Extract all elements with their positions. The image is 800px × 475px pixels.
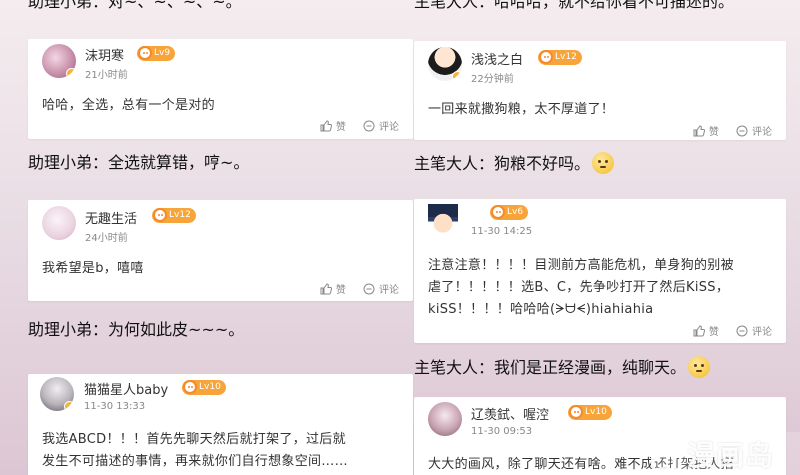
avatar[interactable] bbox=[428, 402, 462, 436]
like-button[interactable]: 赞 bbox=[320, 281, 346, 296]
vip-icon bbox=[452, 71, 462, 81]
timestamp: 21小时前 bbox=[85, 70, 128, 81]
apple-icon bbox=[183, 380, 197, 394]
comment-button[interactable]: 评论 bbox=[363, 281, 399, 296]
apple-icon bbox=[539, 50, 553, 64]
apple-icon bbox=[153, 208, 167, 222]
comment-text: 注意注意！！！！目测前方高能危机，单身狗的别被 虐了！！！！！选B、C，先争吵打… bbox=[428, 258, 734, 317]
comment-bubble-icon bbox=[363, 283, 375, 295]
left-column: 助理小弟：对~、~、~、~。 沫玥寒 Lv9 21小时前 哈哈，全选，总有一个是… bbox=[28, 0, 413, 475]
like-button[interactable]: 赞 bbox=[693, 123, 719, 138]
comment-actions: 赞 评论 bbox=[679, 323, 772, 340]
thumbs-up-icon bbox=[320, 282, 332, 295]
username[interactable]: 辽羡鉽、喔涳 bbox=[471, 404, 549, 423]
vip-icon bbox=[64, 401, 74, 411]
avatar[interactable] bbox=[42, 206, 76, 240]
comment-card: 无趣生活 Lv12 24小时前 我希望是b，嘻嘻 赞 评论 bbox=[28, 200, 413, 301]
comment-bubble-icon bbox=[363, 120, 375, 132]
comment-text: 我选ABCD！！！首先先聊天然后就打架了，过后就 发生不可描述的事情，再来就你们… bbox=[42, 432, 348, 469]
level-badge: Lv6 bbox=[490, 205, 529, 220]
apple-icon bbox=[569, 405, 583, 419]
timestamp: 11-30 09:53 bbox=[471, 426, 533, 437]
comment-actions: 赞 评论 bbox=[679, 123, 772, 140]
like-button[interactable]: 赞 bbox=[693, 323, 719, 338]
apple-icon bbox=[491, 205, 505, 219]
thumbs-up-icon bbox=[320, 119, 332, 132]
comment-button[interactable]: 评论 bbox=[736, 323, 772, 338]
timestamp: 22分钟前 bbox=[471, 74, 514, 85]
comment-bubble-icon bbox=[736, 325, 748, 337]
level-badge: Lv10 bbox=[182, 380, 226, 395]
assistant-reply-heading: 助理小弟：全选就算错，哼~。 bbox=[28, 153, 250, 172]
avatar[interactable] bbox=[428, 47, 462, 81]
comment-text: 哈哈，全选，总有一个是对的 bbox=[42, 98, 215, 113]
assistant-reply-heading: 助理小弟：为何如此皮~~~。 bbox=[28, 320, 245, 339]
like-button[interactable]: 赞 bbox=[320, 118, 346, 133]
username[interactable]: 浅浅之白 bbox=[471, 49, 523, 68]
comment-actions: 赞 评论 bbox=[306, 281, 399, 298]
thumbs-up-icon bbox=[693, 324, 705, 337]
vip-icon bbox=[66, 68, 76, 78]
comment-button[interactable]: 评论 bbox=[736, 123, 772, 138]
watermark-text: 漫画岛 bbox=[687, 439, 775, 472]
comment-actions: 赞 评论 bbox=[306, 118, 399, 135]
author-reply-heading: 主笔大人：狗粮不好吗。 bbox=[414, 150, 615, 174]
level-badge: Lv12 bbox=[538, 50, 582, 65]
smiley-emoji-icon bbox=[688, 356, 711, 378]
timestamp: 11-30 13:33 bbox=[84, 401, 146, 412]
username[interactable]: 猫猫星人baby bbox=[84, 379, 168, 398]
author-reply-heading: 主笔大人：哈哈哈，就不给你看不可描述的。 bbox=[414, 0, 735, 11]
comment-card: Lv6 11-30 14:25 注意注意！！！！目测前方高能危机，单身狗的别被 … bbox=[414, 199, 786, 343]
timestamp: 24小时前 bbox=[85, 233, 128, 244]
comment-text: 我希望是b，嘻嘻 bbox=[42, 261, 144, 276]
avatar[interactable] bbox=[40, 377, 74, 411]
site-watermark: M 漫画岛 bbox=[651, 432, 800, 475]
level-badge: Lv9 bbox=[137, 46, 176, 61]
author-reply-heading: 主笔大人：我们是正经漫画，纯聊天。 bbox=[414, 354, 711, 378]
avatar[interactable] bbox=[428, 204, 458, 236]
comment-card: 猫猫星人baby Lv10 11-30 13:33 我选ABCD！！！首先先聊天… bbox=[28, 374, 413, 475]
watermark-logo: M bbox=[651, 432, 681, 470]
timestamp: 11-30 14:25 bbox=[471, 226, 533, 237]
comment-text: 一回来就撒狗粮，太不厚道了！ bbox=[428, 102, 615, 117]
assistant-reply-heading: 助理小弟：对~、~、~、~。 bbox=[28, 0, 242, 11]
level-badge: Lv12 bbox=[152, 208, 196, 223]
apple-icon bbox=[138, 46, 152, 60]
comment-card: 沫玥寒 Lv9 21小时前 哈哈，全选，总有一个是对的 赞 评论 bbox=[28, 39, 413, 139]
right-column: 主笔大人：哈哈哈，就不给你看不可描述的。 浅浅之白 Lv12 22分钟前 一回来… bbox=[414, 0, 786, 475]
smiley-emoji-icon bbox=[592, 152, 615, 174]
comment-bubble-icon bbox=[736, 125, 748, 137]
avatar[interactable] bbox=[42, 44, 76, 78]
comment-card: 浅浅之白 Lv12 22分钟前 一回来就撒狗粮，太不厚道了！ 赞 评论 bbox=[414, 41, 786, 140]
username[interactable]: 沫玥寒 bbox=[85, 45, 124, 64]
username[interactable]: 无趣生活 bbox=[85, 208, 137, 227]
level-badge: Lv10 bbox=[568, 405, 612, 420]
thumbs-up-icon bbox=[693, 124, 705, 137]
comment-button[interactable]: 评论 bbox=[363, 118, 399, 133]
